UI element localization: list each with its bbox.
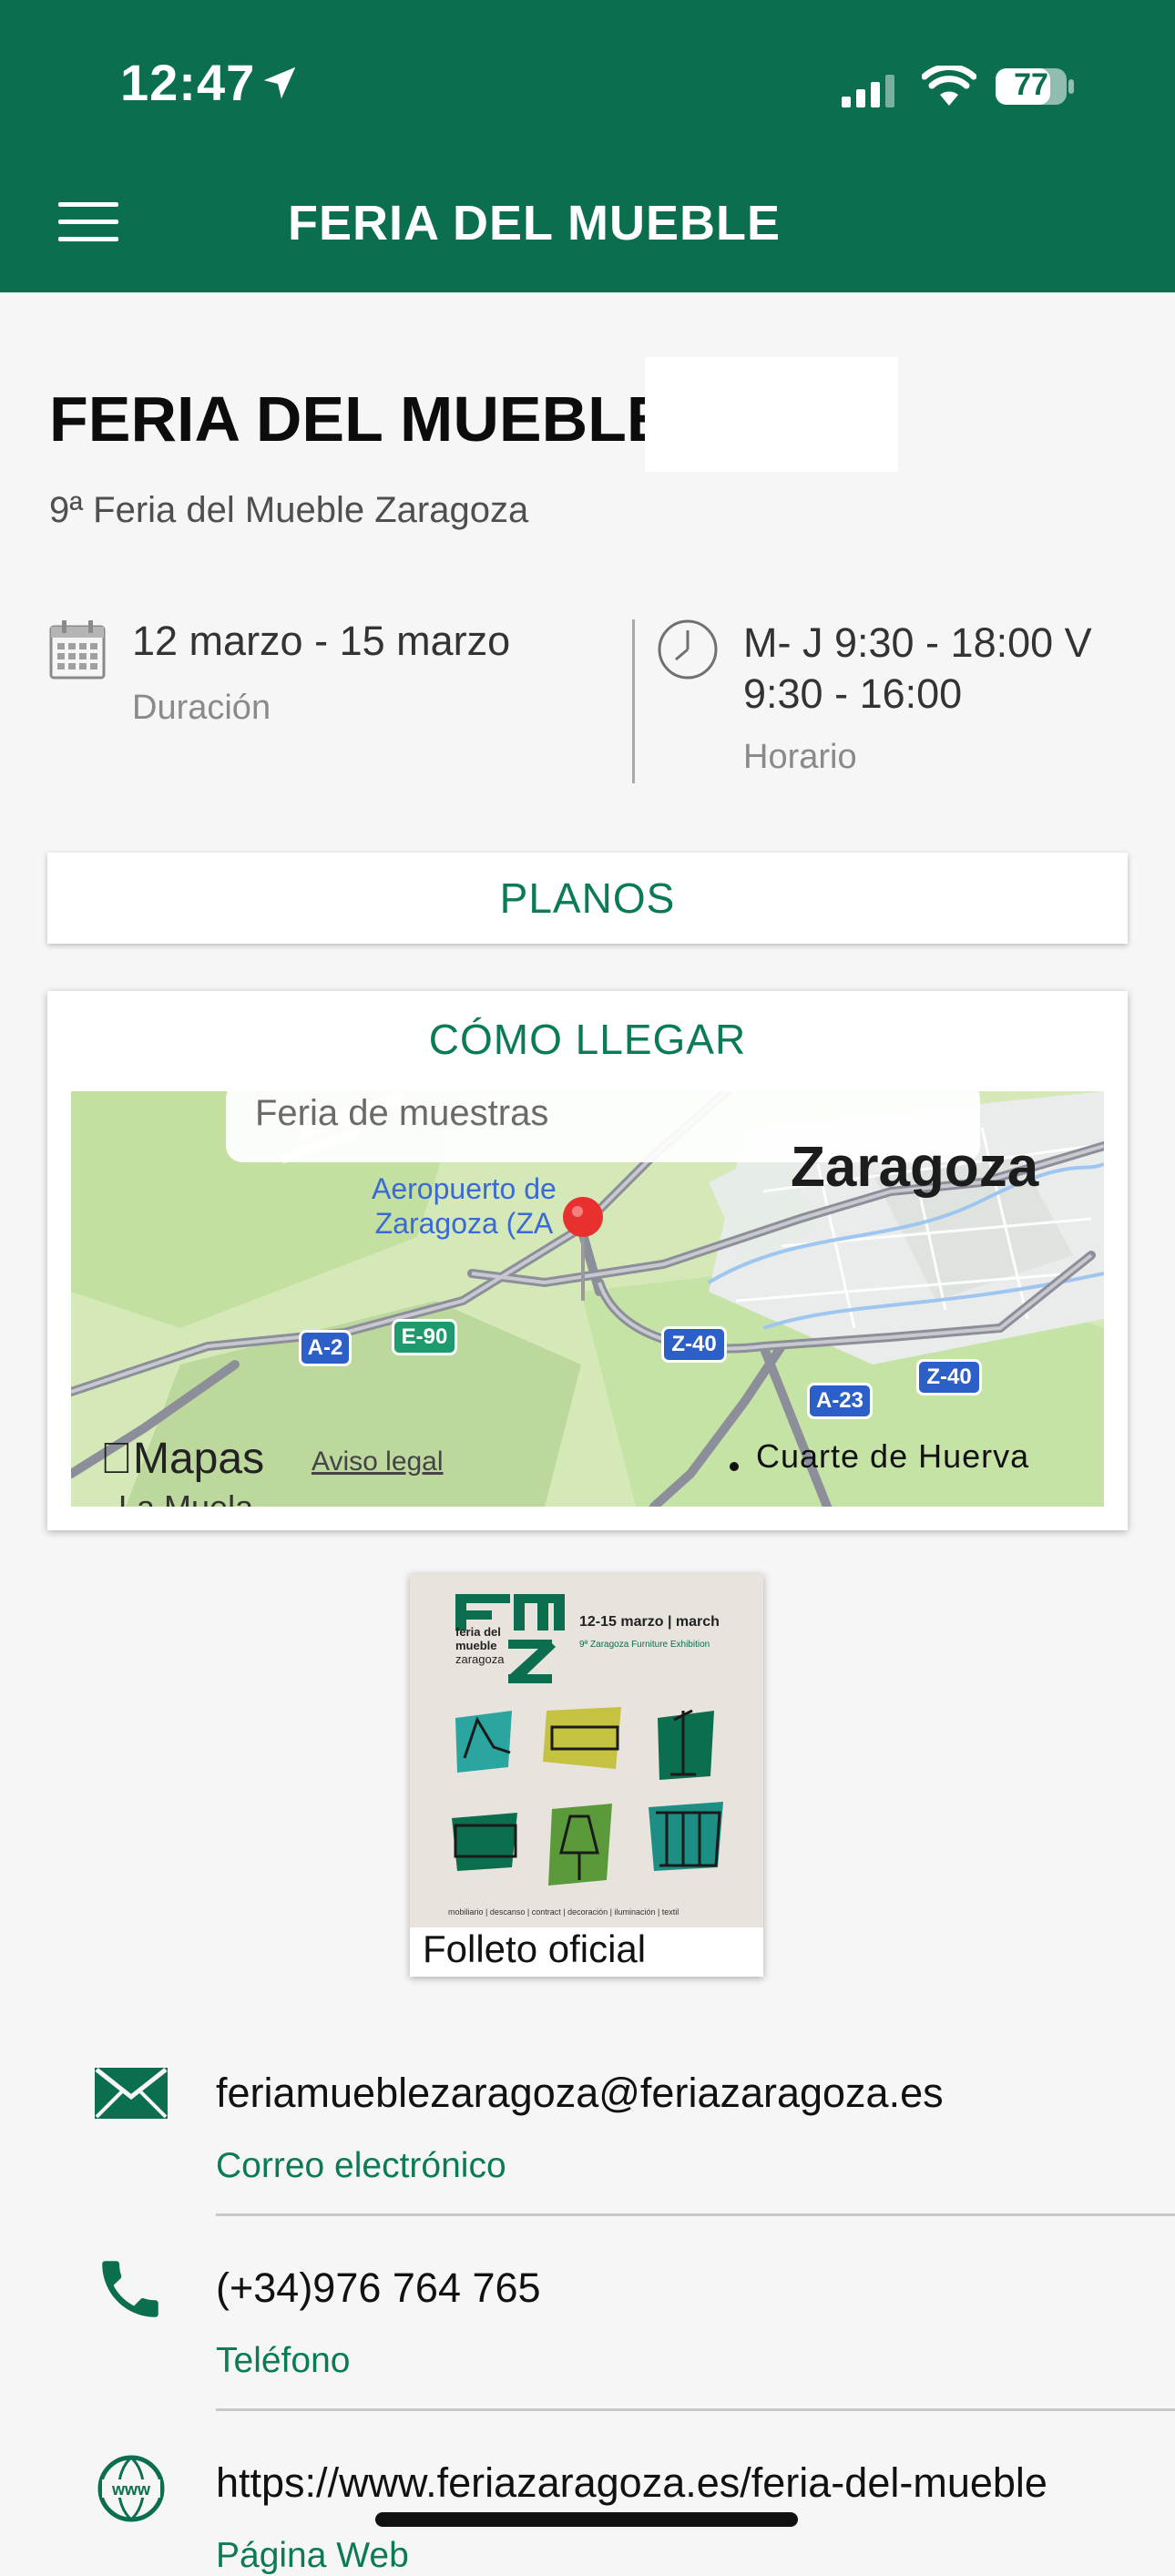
app-header: 12:47 77 FERIA DEL MUEBLE — [0, 0, 1175, 292]
cover-footer: mobiliario | descanso | contract | decor… — [448, 1907, 679, 1917]
contact-divider — [216, 2213, 1175, 2216]
info-divider — [632, 619, 635, 783]
brochure-caption: Folleto oficial — [423, 1927, 647, 1970]
brochure-cover-image: feria del mueble zaragoza 12-15 marzo | … — [410, 1574, 763, 1927]
contact-divider — [216, 2408, 1175, 2411]
wifi-icon — [922, 66, 976, 106]
phone-value[interactable]: (+34)976 764 765 — [216, 2264, 541, 2312]
map-city-label: Zaragoza — [791, 1136, 1039, 1199]
map-airport-label: Aeropuerto de Zaragoza (ZA — [372, 1171, 557, 1241]
map-airport-label-line1: Aeropuerto de — [372, 1172, 557, 1205]
svg-text:www: www — [111, 2480, 151, 2499]
map-airport-label-line2: Zaragoza (ZA — [374, 1207, 554, 1240]
email-value[interactable]: feriamueblezaragoza@feriazaragoza.es — [216, 2070, 944, 2117]
website-label: Página Web — [216, 2536, 409, 2575]
legal-notice-link[interactable]: Aviso legal — [312, 1446, 444, 1477]
status-time: 12:47 — [120, 54, 256, 111]
location-arrow-icon — [263, 66, 296, 99]
como-llegar-button[interactable]: CÓMO LLEGAR — [47, 1015, 1128, 1064]
cellular-signal-icon — [842, 75, 894, 107]
title-image-placeholder — [645, 357, 898, 472]
map-search-text: Feria de muestras — [255, 1093, 549, 1133]
brochure-card[interactable]: feria del mueble zaragoza 12-15 marzo | … — [410, 1574, 763, 1977]
website-value[interactable]: https://www.feriazaragoza.es/feria-del-m… — [216, 2459, 1047, 2507]
clock-icon — [658, 619, 718, 680]
apple-maps-logo: Mapas — [100, 1434, 264, 1484]
map-town2-label: La Muela — [118, 1488, 253, 1507]
hamburger-menu-icon[interactable] — [56, 200, 120, 244]
battery-level: 77 — [1014, 67, 1048, 102]
event-dates-value: 12 marzo - 15 marzo — [132, 618, 511, 664]
email-label: Correo electrónico — [216, 2146, 506, 2185]
event-hours-label: Horario — [743, 738, 857, 776]
road-shield-a23: A-23 — [807, 1383, 873, 1419]
cover-logo-line1: feria del — [455, 1625, 501, 1639]
cover-dates: 12-15 marzo | march — [579, 1614, 720, 1630]
event-subtitle: 9ª Feria del Mueble Zaragoza — [49, 490, 529, 530]
cover-logo-text: feria del mueble zaragoza — [455, 1625, 504, 1666]
calendar-icon — [49, 620, 106, 680]
cover-logo-line3: zaragoza — [455, 1652, 505, 1666]
directions-card: CÓMO LLEGAR Feria de muestras Aeropuerto… — [47, 991, 1128, 1530]
event-dates-label: Duración — [132, 689, 271, 727]
www-globe-icon: www — [97, 2455, 165, 2522]
envelope-icon — [95, 2068, 168, 2119]
planos-button[interactable]: PLANOS — [47, 853, 1128, 944]
road-shield-e90: E-90 — [392, 1319, 457, 1355]
road-shield-a2: A-2 — [299, 1330, 352, 1366]
phone-icon — [102, 2261, 158, 2317]
cover-logo-line2: mueble — [455, 1639, 497, 1652]
cover-subtitle: 9ª Zaragoza Furniture Exhibition — [579, 1640, 710, 1650]
map-view[interactable]: Feria de muestras Aeropuerto de Zaragoza… — [71, 1091, 1104, 1507]
maps-brand-text: Mapas — [100, 1435, 264, 1483]
header-title: FERIA DEL MUEBLE — [288, 196, 782, 250]
road-shield-z40: Z-40 — [661, 1326, 727, 1363]
home-indicator[interactable] — [375, 2512, 798, 2527]
road-shield-z40-east: Z-40 — [916, 1359, 982, 1395]
page-title: FERIA DEL MUEBLE — [49, 383, 669, 455]
map-town-label: Cuarte de Huerva — [756, 1437, 1030, 1475]
phone-label: Teléfono — [216, 2341, 351, 2380]
event-hours-value: M- J 9:30 - 18:00 V 9:30 - 16:00 — [743, 619, 1092, 717]
